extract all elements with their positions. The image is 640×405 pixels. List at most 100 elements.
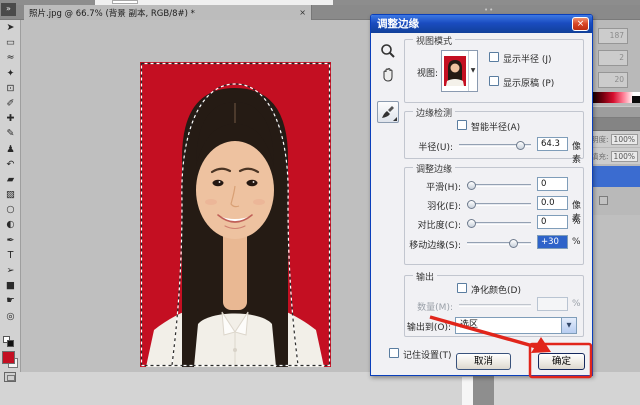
swap-colors-icon[interactable] <box>7 340 14 347</box>
shift-edge-unit: % <box>572 237 581 247</box>
radius-slider-thumb[interactable] <box>516 141 525 150</box>
contrast-unit: % <box>572 217 581 227</box>
remember-settings-label: 记住设置(T) <box>403 348 452 361</box>
marquee-tool[interactable]: ▭ <box>0 35 21 50</box>
smooth-slider-thumb[interactable] <box>467 181 476 190</box>
selected-layer-row[interactable] <box>593 166 640 187</box>
id-photo-image <box>140 62 331 367</box>
color-ramp-black-swatch[interactable] <box>632 96 640 103</box>
output-legend: 输出 <box>413 270 437 283</box>
feather-value-field[interactable]: 0.0 <box>537 196 568 210</box>
brush-tool[interactable]: ✎ <box>0 126 21 141</box>
show-radius-label: 显示半径 (J) <box>503 52 552 65</box>
path-select-tool[interactable]: ➢ <box>0 263 21 278</box>
layers-panel-header[interactable] <box>593 118 640 131</box>
clone-stamp-tool[interactable]: ♟ <box>0 142 21 157</box>
layers-opacity-row: 不透明度: 100% <box>593 131 640 147</box>
refine-radius-brush-tool[interactable] <box>377 101 399 123</box>
tab-close-icon[interactable]: × <box>299 8 306 17</box>
view-dropdown-arrow-icon[interactable]: ▼ <box>468 51 477 91</box>
dodge-tool[interactable]: ◐ <box>0 217 21 232</box>
healing-brush-tool[interactable]: ✚ <box>0 111 21 126</box>
edge-detection-group: 边缘检测 智能半径(A) 半径(U): 64.3 像素 <box>404 111 584 159</box>
show-original-checkbox[interactable] <box>489 76 499 86</box>
color-value-b[interactable]: 20 <box>598 72 628 88</box>
document-tab[interactable]: 照片.jpg @ 66.7% (背景 副本, RGB/8#) * × <box>24 5 312 20</box>
contrast-value-field[interactable]: 0 <box>537 215 568 229</box>
adjust-edge-legend: 调整边缘 <box>413 162 455 175</box>
background-gray-block <box>473 374 494 405</box>
amount-slider <box>459 304 531 307</box>
contrast-slider-thumb[interactable] <box>467 219 476 228</box>
smart-radius-checkbox[interactable] <box>457 120 467 130</box>
panel-header[interactable] <box>593 106 640 118</box>
view-mode-group: 视图模式 视图: ▼ 显示半径 (J) 显示原稿 (P) <box>404 39 584 103</box>
foreground-color-swatch[interactable] <box>2 351 15 364</box>
shift-edge-value-field[interactable]: +30 <box>537 235 568 249</box>
right-panel-dock: 187 2 20 不透明度: 100% 填充: 100% <box>593 20 640 215</box>
magnifier-icon <box>380 43 396 59</box>
tools-panel: ➤▭≈✦⊡✐✚✎♟↶▰▨○◐✒T➢■☛◎ <box>0 20 21 372</box>
view-thumbnail-image <box>444 53 466 89</box>
dialog-hand-tool[interactable] <box>377 65 399 87</box>
feather-slider[interactable] <box>467 203 531 206</box>
view-mode-legend: 视图模式 <box>413 34 455 47</box>
output-to-dropdown[interactable]: 选区 ▼ <box>455 317 577 334</box>
blur-tool[interactable]: ○ <box>0 202 21 217</box>
document-title: 照片.jpg @ 66.7% (背景 副本, RGB/8#) * <box>29 7 295 19</box>
color-value-r[interactable]: 187 <box>598 28 628 44</box>
crop-tool[interactable]: ⊡ <box>0 81 21 96</box>
lasso-tool[interactable]: ≈ <box>0 50 21 65</box>
eraser-tool[interactable]: ▰ <box>0 172 21 187</box>
radius-value-field[interactable]: 64.3 <box>537 137 568 151</box>
move-tool[interactable]: ➤ <box>0 20 21 35</box>
feather-label: 羽化(E): <box>405 199 461 212</box>
dialog-zoom-tool[interactable] <box>377 41 399 63</box>
shift-edge-slider[interactable] <box>467 242 531 245</box>
output-to-label: 输出到(O): <box>399 320 451 333</box>
fill-value[interactable]: 100% <box>611 151 638 162</box>
remember-settings-checkbox[interactable] <box>389 348 399 358</box>
smooth-slider[interactable] <box>467 184 531 187</box>
radius-slider[interactable] <box>459 144 531 147</box>
radius-unit: 像素 <box>572 139 583 165</box>
panel-collapse-button[interactable]: » <box>1 3 16 16</box>
smart-radius-label: 智能半径(A) <box>471 120 520 133</box>
gradient-tool[interactable]: ▨ <box>0 187 21 202</box>
show-radius-checkbox[interactable] <box>489 52 499 62</box>
ok-button[interactable]: 确定 <box>538 353 585 370</box>
dialog-title[interactable]: 调整边缘 <box>371 15 592 33</box>
photo-document[interactable] <box>140 62 331 367</box>
eyedropper-tool[interactable]: ✐ <box>0 96 21 111</box>
type-tool[interactable]: T <box>0 248 21 263</box>
cancel-button[interactable]: 取消 <box>456 353 511 370</box>
fill-label: 填充: <box>593 151 609 162</box>
decontaminate-colors-label: 净化颜色(D) <box>471 283 521 296</box>
combo-arrow-icon[interactable]: ▼ <box>561 318 576 333</box>
layer-panel-icon[interactable] <box>599 196 608 205</box>
amount-unit: % <box>572 299 581 309</box>
layers-fill-row: 填充: 100% <box>593 148 640 164</box>
hand-icon <box>380 67 396 83</box>
smooth-value-field[interactable]: 0 <box>537 177 568 191</box>
dialog-close-icon[interactable]: × <box>572 17 589 31</box>
decontaminate-colors-checkbox[interactable] <box>457 283 467 293</box>
background-white-block <box>462 377 473 405</box>
tab-bar-dots: •• <box>484 6 494 14</box>
color-value-g[interactable]: 2 <box>598 50 628 66</box>
feather-slider-thumb[interactable] <box>467 200 476 209</box>
screen-mode-icon[interactable] <box>4 372 16 382</box>
hand-tool[interactable]: ☛ <box>0 293 21 308</box>
quick-selection-tool[interactable]: ✦ <box>0 66 21 81</box>
zoom-tool[interactable]: ◎ <box>0 309 21 324</box>
opacity-label: 不透明度: <box>593 134 609 145</box>
show-original-label: 显示原稿 (P) <box>503 76 554 89</box>
shift-edge-slider-thumb[interactable] <box>509 239 518 248</box>
shape-tool[interactable]: ■ <box>0 278 21 293</box>
history-brush-tool[interactable]: ↶ <box>0 157 21 172</box>
pen-tool[interactable]: ✒ <box>0 233 21 248</box>
view-thumbnail-dropdown[interactable]: ▼ <box>441 50 478 92</box>
smooth-label: 平滑(H): <box>405 180 461 193</box>
contrast-slider[interactable] <box>467 222 531 225</box>
opacity-value[interactable]: 100% <box>611 134 638 145</box>
